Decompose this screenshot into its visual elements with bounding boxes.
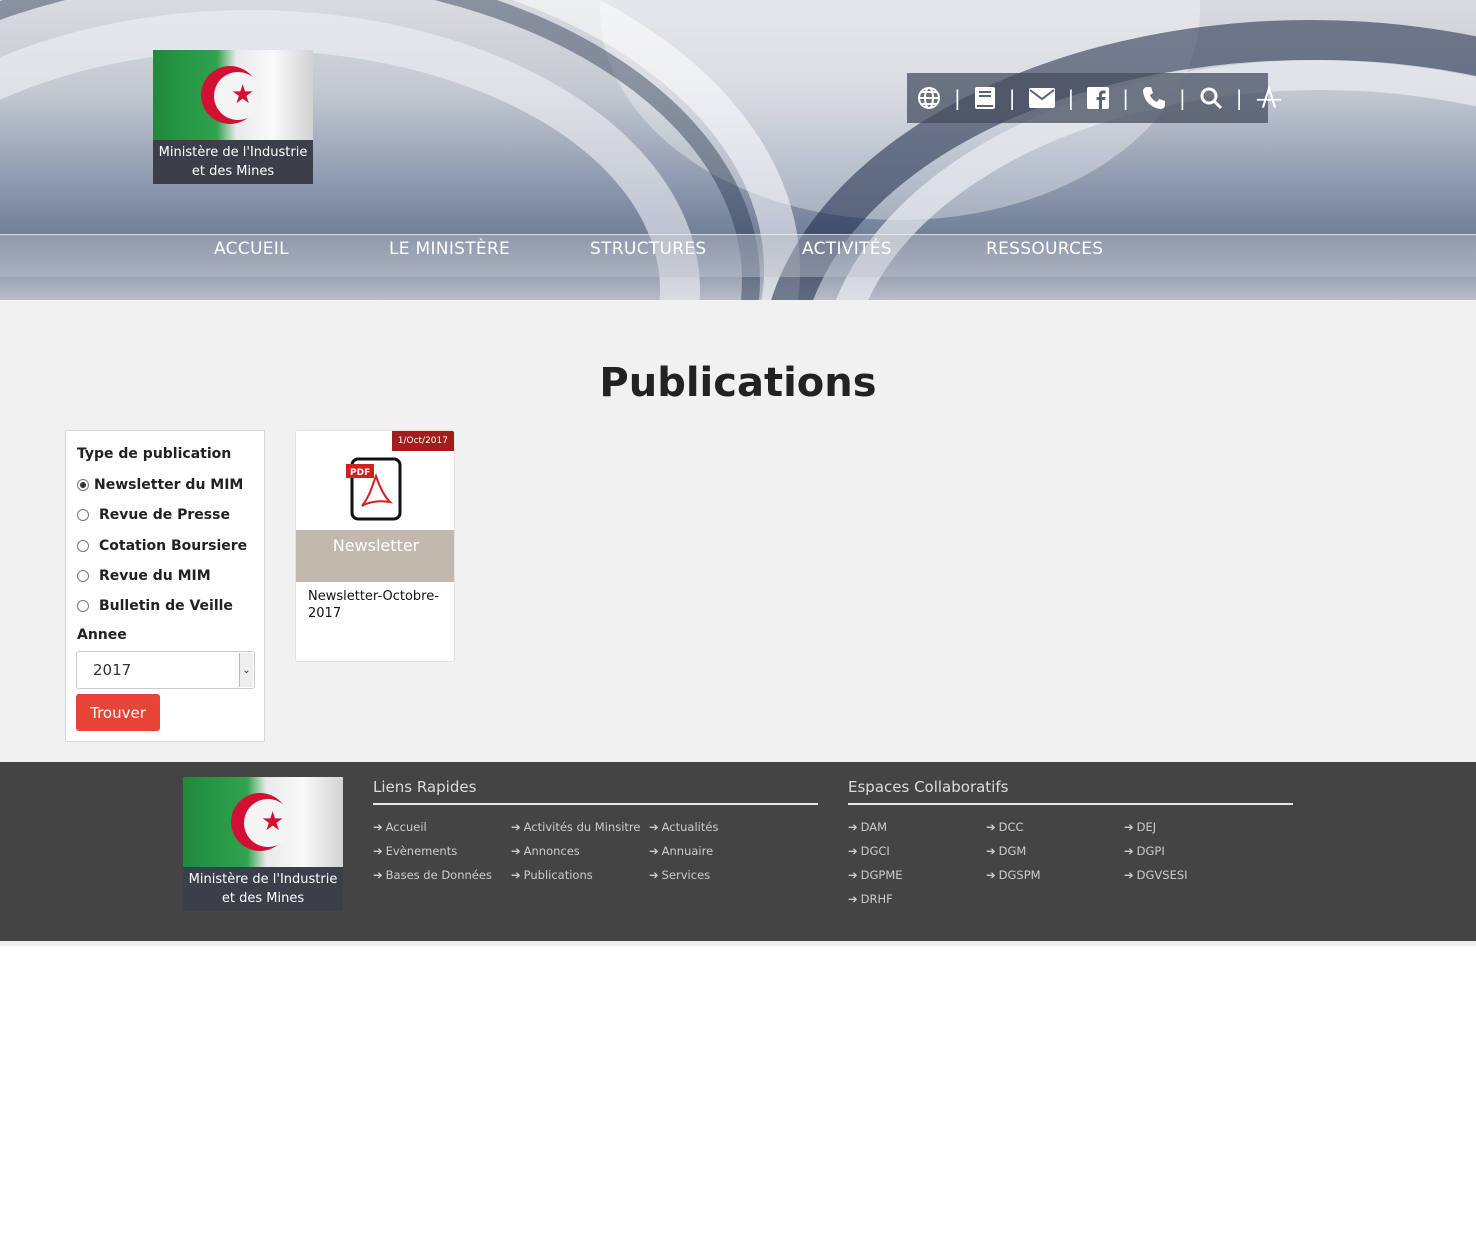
radio-newsletter-du-mim[interactable]: Newsletter du MIM <box>77 477 243 493</box>
type-label: Type de publication <box>77 446 232 462</box>
footer-link-dgvsesi[interactable]: ➔ DGVSESI <box>1124 868 1188 882</box>
arrow-right-icon: ➔ <box>373 844 383 858</box>
book-icon[interactable] <box>974 85 996 111</box>
arrow-right-icon: ➔ <box>511 868 521 882</box>
quick-links-title: Liens Rapides <box>373 778 477 796</box>
footer-link-dam[interactable]: ➔ DAM <box>848 820 887 834</box>
radio-bulletin-de-veille[interactable]: Bulletin de Veille <box>77 598 233 614</box>
footer-link-activites[interactable]: ➔ Activités du Minsitre <box>511 820 640 834</box>
header-toolbar: | | | | | | <box>907 73 1281 123</box>
collab-divider <box>848 803 1293 805</box>
algeria-flag-image: ★ <box>183 777 343 867</box>
radio-button[interactable] <box>77 509 89 521</box>
radio-button[interactable] <box>77 570 89 582</box>
footer-link-drhf[interactable]: ➔ DRHF <box>848 892 893 906</box>
footer-bottom-strip <box>0 941 1476 946</box>
category-band: Newsletter <box>296 530 454 582</box>
footer-link-evenements[interactable]: ➔ Evènements <box>373 844 457 858</box>
nav-ressources[interactable]: RESSOURCES <box>986 239 1103 259</box>
arrow-right-icon: ➔ <box>511 820 521 834</box>
radio-revue-de-presse[interactable]: Revue de Presse <box>77 507 230 523</box>
footer-logo[interactable]: ★ Ministère de l'Industrie et des Mines <box>183 777 343 911</box>
year-label: Annee <box>77 627 127 643</box>
globe-icon[interactable] <box>917 85 941 111</box>
footer-logo-text: Ministère de l'Industrie et des Mines <box>188 872 338 906</box>
page-title: Publications <box>599 360 877 406</box>
arrow-right-icon: ➔ <box>986 820 996 834</box>
footer-link-publications[interactable]: ➔ Publications <box>511 868 593 882</box>
facebook-icon[interactable] <box>1087 85 1110 111</box>
footer-link-services[interactable]: ➔ Services <box>649 868 710 882</box>
footer-link-actualites[interactable]: ➔ Actualités <box>649 820 718 834</box>
year-select[interactable]: 2017 ⌄ <box>76 651 255 689</box>
quick-links-divider <box>373 803 818 805</box>
arrow-right-icon: ➔ <box>1124 820 1134 834</box>
radio-revue-du-mim[interactable]: Revue du MIM <box>77 568 211 584</box>
footer-link-accueil[interactable]: ➔ Accueil <box>373 820 427 834</box>
footer-link-dgpme[interactable]: ➔ DGPME <box>848 868 903 882</box>
arrow-right-icon: ➔ <box>649 820 659 834</box>
footer-link-dgci[interactable]: ➔ DGCI <box>848 844 890 858</box>
envelope-icon[interactable] <box>1028 85 1055 111</box>
arrow-right-icon: ➔ <box>649 868 659 882</box>
footer-link-dej[interactable]: ➔ DEJ <box>1124 820 1156 834</box>
arrow-right-icon: ➔ <box>1124 868 1134 882</box>
arrow-right-icon: ➔ <box>848 868 858 882</box>
radio-button-checked[interactable] <box>77 479 89 491</box>
radio-cotation-boursiere[interactable]: Cotation Boursiere <box>77 538 247 554</box>
nav-activites[interactable]: ACTIVITÉS <box>802 239 892 259</box>
card-title[interactable]: Newsletter-Octobre-2017 <box>308 588 448 622</box>
arrow-right-icon: ➔ <box>373 868 383 882</box>
svg-text:PDF: PDF <box>350 468 370 478</box>
main-content: Publications Type de publication Newslet… <box>0 300 1476 762</box>
header-banner: ★ Ministère de l'Industrie et des Mines … <box>0 0 1476 300</box>
arrow-right-icon: ➔ <box>986 868 996 882</box>
publication-card[interactable]: 1/Oct/2017 PDF Newsletter Newsletter-Oct… <box>295 430 455 662</box>
find-button[interactable]: Trouver <box>76 694 160 731</box>
site-footer: ★ Ministère de l'Industrie et des Mines … <box>0 762 1476 941</box>
radio-button[interactable] <box>77 540 89 552</box>
phone-icon[interactable] <box>1142 85 1166 111</box>
footer-link-annonces[interactable]: ➔ Annonces <box>511 844 580 858</box>
pdf-icon: PDF <box>346 456 406 526</box>
arrow-right-icon: ➔ <box>848 892 858 906</box>
nav-le-ministere[interactable]: LE MINISTÈRE <box>389 239 510 259</box>
font-size-icon[interactable] <box>1256 85 1282 111</box>
footer-link-dgm[interactable]: ➔ DGM <box>986 844 1026 858</box>
arrow-right-icon: ➔ <box>1124 844 1134 858</box>
year-select-value: 2017 <box>93 661 132 679</box>
nav-accueil[interactable]: ACCUEIL <box>214 239 289 259</box>
date-badge: 1/Oct/2017 <box>391 431 454 451</box>
arrow-right-icon: ➔ <box>986 844 996 858</box>
logo-text: Ministère de l'Industrie et des Mines <box>158 145 308 179</box>
main-navigation: ACCUEIL LE MINISTÈRE STRUCTURES ACTIVITÉ… <box>0 234 1476 277</box>
ministry-logo[interactable]: ★ Ministère de l'Industrie et des Mines <box>153 50 313 184</box>
chevron-down-icon[interactable]: ⌄ <box>239 653 253 687</box>
arrow-right-icon: ➔ <box>373 820 383 834</box>
radio-button[interactable] <box>77 600 89 612</box>
nav-structures[interactable]: STRUCTURES <box>590 239 706 259</box>
collab-title: Espaces Collaboratifs <box>848 778 1009 796</box>
footer-link-dgpi[interactable]: ➔ DGPI <box>1124 844 1165 858</box>
arrow-right-icon: ➔ <box>848 844 858 858</box>
footer-link-dgspm[interactable]: ➔ DGSPM <box>986 868 1041 882</box>
footer-link-bases-de-donnees[interactable]: ➔ Bases de Données <box>373 868 492 882</box>
arrow-right-icon: ➔ <box>511 844 521 858</box>
footer-link-dcc[interactable]: ➔ DCC <box>986 820 1024 834</box>
filter-panel: Type de publication Newsletter du MIM Re… <box>65 430 265 742</box>
footer-link-annuaire[interactable]: ➔ Annuaire <box>649 844 713 858</box>
arrow-right-icon: ➔ <box>848 820 858 834</box>
algeria-flag-image: ★ <box>153 50 313 140</box>
arrow-right-icon: ➔ <box>649 844 659 858</box>
search-icon[interactable] <box>1199 85 1223 111</box>
